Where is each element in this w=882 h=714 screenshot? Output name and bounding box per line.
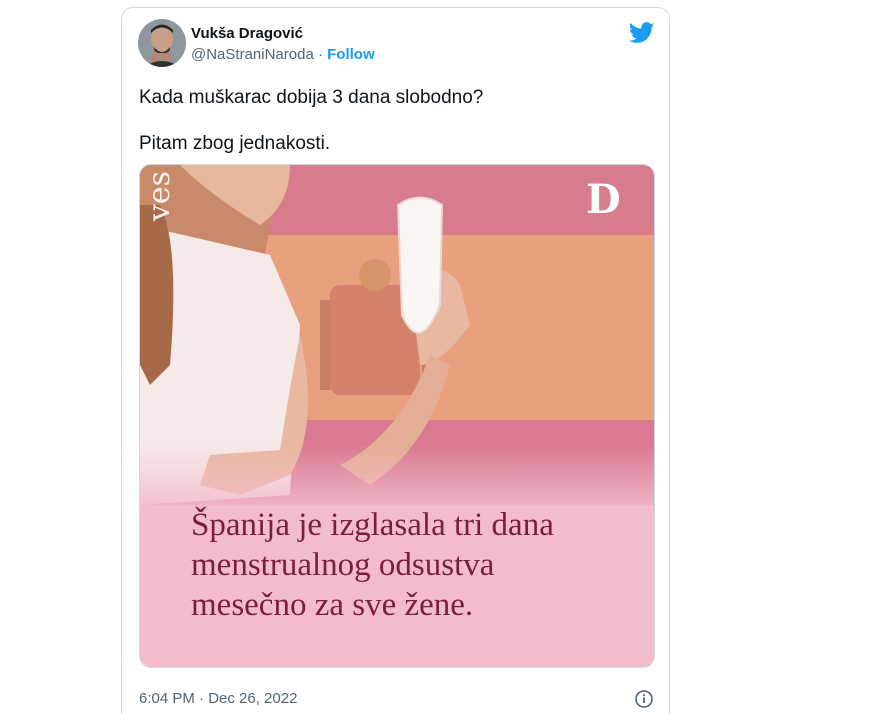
avatar[interactable] [138,19,186,67]
tweet-timestamp[interactable]: 6:04 PM · Dec 26, 2022 [139,690,297,707]
twitter-bird-icon[interactable] [629,22,655,44]
headline-line: Španija je izglasala tri dana [191,507,554,543]
brand-logo-mark: D [586,176,621,223]
sanitary-pad [396,196,444,334]
side-text: ves [142,171,177,222]
headline-line: mesečno za sve žene. [191,587,474,623]
media-headline: Španija je izglasala tri dana menstrualn… [191,505,641,625]
separator: · [317,46,323,63]
follow-button[interactable]: Follow [327,46,375,63]
author-handle[interactable]: @NaStraniNaroda [191,46,314,63]
handle-row: @NaStraniNaroda · Follow [191,46,375,63]
tweet-media-image[interactable]: ves D Španija je izglasala tri dana mens… [139,164,655,668]
tweet-text-line-1: Kada muškarac dobija 3 dana slobodno? [139,87,484,108]
info-icon[interactable] [634,689,654,709]
tweet-text-line-2: Pitam zbog jednakosti. [139,133,331,154]
author-name[interactable]: Vukša Dragović [191,25,303,42]
tweet-card[interactable]: Vukša Dragović @NaStraniNaroda · Follow … [121,7,670,714]
headline-line: menstrualnog odsustva [191,547,495,583]
